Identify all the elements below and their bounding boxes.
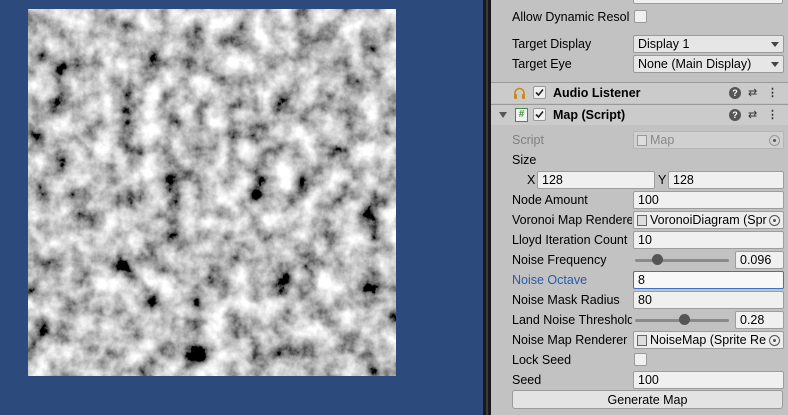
headphones-icon [514,87,525,99]
chevron-down-icon [771,62,779,67]
size-xy-row: X 128 Y 128 [491,170,788,190]
land-threshold-value: 0.28 [740,313,765,327]
node-amount-row: Node Amount 100 [491,190,788,210]
noise-map-renderer-label: Noise Map Renderer [512,333,628,347]
object-picker-icon[interactable] [769,215,780,226]
noise-map-renderer-field[interactable]: NoiseMap (Sprite Re [633,331,784,349]
script-row: Script Map [491,130,788,150]
checkmark-icon [535,110,544,119]
generate-map-button[interactable]: Generate Map [512,390,783,409]
size-x-value: 128 [542,173,563,187]
voronoi-renderer-value: VoronoiDiagram (Spr [650,213,767,227]
size-y-value: 128 [673,173,694,187]
noise-octave-input[interactable]: 8 [633,271,784,289]
noise-mask-radius-input[interactable]: 80 [633,291,784,309]
map-script-enabled-checkbox[interactable] [533,108,546,121]
target-eye-dropdown[interactable]: None (Main Display) [633,55,784,73]
node-amount-value: 100 [638,193,659,207]
presets-icon[interactable]: ⇄ [748,87,757,99]
map-script-title: Map (Script) [553,108,626,122]
voronoi-renderer-label: Voronoi Map Renderer [512,213,632,227]
noise-frequency-input[interactable]: 0.096 [735,251,784,269]
noise-map-preview [28,9,396,376]
foldout-arrow-icon[interactable] [499,112,507,118]
noise-mask-radius-row: Noise Mask Radius 80 [491,290,788,310]
object-picker-icon [769,135,780,146]
object-picker-icon[interactable] [769,335,780,346]
voronoi-renderer-field[interactable]: VoronoiDiagram (Spr [633,211,784,229]
lloyd-row: Lloyd Iteration Count 10 [491,230,788,250]
scene-view[interactable] [0,0,483,415]
checkmark-icon [535,88,544,97]
map-script-header[interactable]: # Map (Script) ? ⇄ ⋮ [491,104,788,125]
audio-listener-header[interactable]: Audio Listener ? ⇄ ⋮ [491,82,788,103]
size-y-label: Y [658,173,667,187]
noise-frequency-slider-thumb[interactable] [652,254,664,265]
size-y-input[interactable]: 128 [668,171,784,189]
voronoi-renderer-row: Voronoi Map Renderer VoronoiDiagram (Spr [491,210,788,230]
noise-mask-radius-label: Noise Mask Radius [512,293,620,307]
lock-seed-checkbox[interactable] [634,353,647,366]
noise-octave-label: Noise Octave [512,273,588,287]
noise-map-renderer-value: NoiseMap (Sprite Re [650,333,767,347]
allow-dynamic-resolution-label: Allow Dynamic Resol [512,10,630,24]
size-row: Size [491,150,788,170]
size-label: Size [512,153,537,167]
seed-label: Seed [512,373,542,387]
seed-input[interactable]: 100 [633,371,784,389]
panel-divider[interactable] [483,0,491,415]
noise-octave-row: Noise Octave 8 [491,270,788,290]
noise-frequency-label: Noise Frequency [512,253,607,267]
land-threshold-row: Land Noise Threshold 0.28 [491,310,788,330]
lloyd-value: 10 [638,233,652,247]
lloyd-label: Lloyd Iteration Count [512,233,628,247]
noise-frequency-slider-track[interactable] [635,259,729,262]
script-label: Script [512,133,544,147]
seed-value: 100 [638,373,659,387]
sprite-renderer-icon [637,215,647,226]
land-threshold-slider-thumb[interactable] [679,314,691,325]
lloyd-input[interactable]: 10 [633,231,784,249]
msaa-dropdown[interactable] [633,0,783,4]
target-display-value: Display 1 [638,37,690,51]
noise-texture [28,9,396,376]
land-threshold-label: Land Noise Threshold [512,313,632,327]
node-amount-input[interactable]: 100 [633,191,784,209]
noise-frequency-value: 0.096 [740,253,772,267]
context-menu-icon[interactable]: ⋮ [767,87,778,99]
target-eye-value: None (Main Display) [638,57,752,71]
context-menu-icon[interactable]: ⋮ [767,109,778,121]
noise-mask-radius-value: 80 [638,293,652,307]
noise-map-renderer-row: Noise Map Renderer NoiseMap (Sprite Re [491,330,788,350]
presets-icon[interactable]: ⇄ [748,109,757,121]
target-display-row: Target Display Display 1 [491,34,788,54]
size-x-label: X [527,173,536,187]
inspector-panel: Allow Dynamic Resol Target Display Displ… [491,0,788,415]
sprite-renderer-icon [637,335,647,346]
help-icon[interactable]: ? [729,109,741,121]
lock-seed-label: Lock Seed [512,353,572,367]
seed-row: Seed 100 [491,370,788,390]
chevron-down-icon [771,42,779,47]
allow-dynamic-resolution-checkbox[interactable] [634,10,647,23]
script-hash-icon: # [515,108,528,122]
target-display-label: Target Display [512,37,592,51]
audio-listener-enabled-checkbox[interactable] [533,86,546,99]
script-value: Map [650,133,675,147]
size-x-input[interactable]: 128 [537,171,655,189]
land-threshold-input[interactable]: 0.28 [735,311,784,329]
noise-octave-value: 8 [638,273,645,287]
script-field: Map [633,131,784,149]
lock-seed-row: Lock Seed [491,350,788,370]
help-icon[interactable]: ? [729,87,741,99]
audio-listener-title: Audio Listener [553,86,641,100]
target-display-dropdown[interactable]: Display 1 [633,35,784,53]
target-eye-label: Target Eye [512,57,572,71]
target-eye-row: Target Eye None (Main Display) [491,54,788,74]
script-file-icon [637,135,647,146]
noise-frequency-row: Noise Frequency 0.096 [491,250,788,270]
allow-dynamic-resolution-row: Allow Dynamic Resol [491,7,788,27]
node-amount-label: Node Amount [512,193,588,207]
